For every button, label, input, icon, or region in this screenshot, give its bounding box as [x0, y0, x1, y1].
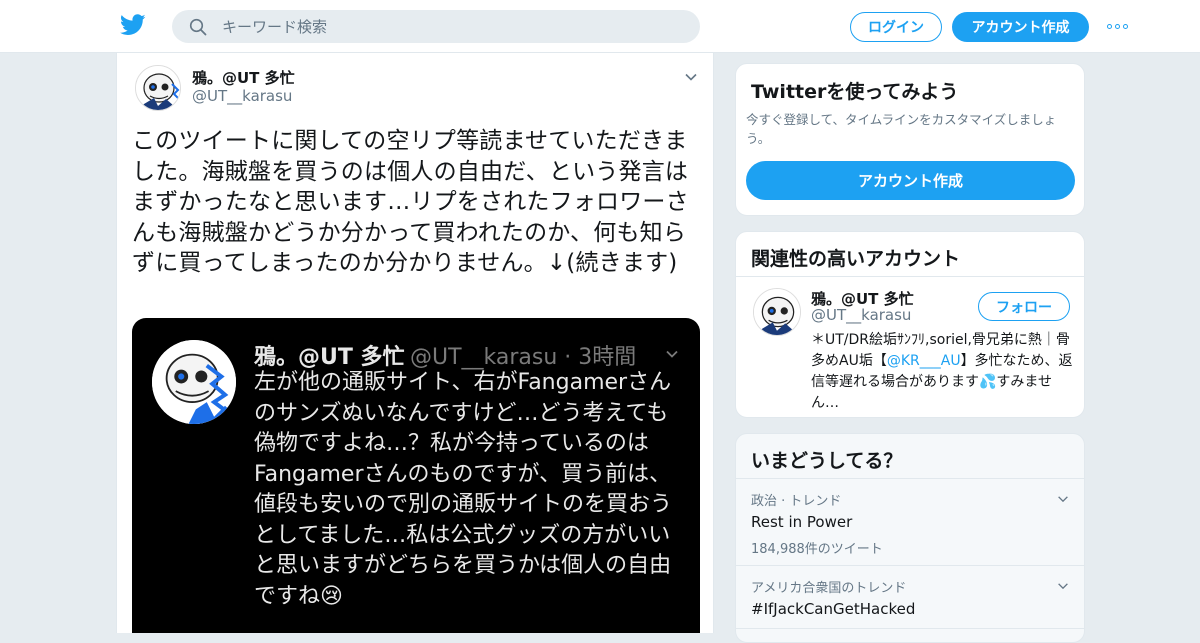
- skull-avatar-icon: [754, 289, 800, 335]
- more-dots-icon[interactable]: [1107, 18, 1131, 34]
- twitter-bird-icon[interactable]: [120, 14, 146, 36]
- signup-card-description: 今すぐ登録して、タイムラインをカスタマイズしましょう。: [746, 112, 1057, 146]
- chevron-down-icon[interactable]: [683, 69, 699, 85]
- divider: [736, 276, 1084, 277]
- trend-item[interactable]: アメリカ合衆国のトレンド #IfJackCanGetHacked: [751, 577, 1071, 618]
- trend-item[interactable]: 政治 · トレンド Rest in Power 184,988件のツイート: [751, 490, 1071, 557]
- related-account-handle[interactable]: @UT__karasu: [811, 306, 911, 324]
- bio-mention-link[interactable]: @KR___AU: [887, 353, 961, 369]
- media-author-meta: @UT__karasu · 3時間: [410, 345, 637, 370]
- divider: [736, 628, 1084, 629]
- skull-avatar-icon: [152, 340, 236, 424]
- trend-count: 184,988件のツイート: [751, 542, 883, 557]
- related-account-bio: ＊UT/DR絵垢ｻﾝﾌﾘ,soriel,骨兄弟に熱｜骨多めAU垢【@KR___A…: [811, 330, 1073, 414]
- tweet-panel: 鴉。@UT 多忙 @UT__karasu このツイートに関しての空リプ等読ませて…: [116, 53, 714, 633]
- media-tweet-text: 左が他の通販サイト、右がFangamerさんのサンズぬいなんですけど…どう考えて…: [254, 370, 673, 609]
- signup-button[interactable]: アカウント作成: [952, 12, 1089, 42]
- search-icon: [189, 18, 207, 36]
- tweet-author-name[interactable]: 鴉。@UT 多忙: [192, 67, 295, 88]
- divider: [736, 478, 1084, 479]
- trends-title: いまどうしてる？: [751, 450, 903, 472]
- skull-avatar-icon: [136, 66, 180, 110]
- trends-card: いまどうしてる？ 政治 · トレンド Rest in Power 184,988…: [735, 433, 1085, 643]
- signup-card: Twitterを使ってみよう 今すぐ登録して、タイムラインをカスタマイズしましょ…: [735, 63, 1085, 216]
- media-avatar: [152, 340, 236, 424]
- related-accounts-title: 関連性の高いアカウント: [751, 248, 961, 270]
- trend-name[interactable]: Rest in Power: [751, 513, 1071, 531]
- tweet-media-image[interactable]: 鴉。@UT 多忙 @UT__karasu · 3時間 左が他の通販サイト、右がF…: [132, 318, 700, 633]
- media-author-name: 鴉。@UT 多忙: [254, 345, 405, 370]
- tweet-text: このツイートに関しての空リプ等読ませていただきました。海賊盤を買うのは個人の自由…: [132, 128, 689, 276]
- chevron-down-icon: [666, 350, 678, 358]
- top-bar: ログイン アカウント作成: [0, 0, 1200, 53]
- related-accounts-card: 関連性の高いアカウント 鴉。@UT 多忙 @UT__karasu フォロー ＊U…: [735, 231, 1085, 418]
- search-box[interactable]: [172, 10, 700, 43]
- signup-card-button[interactable]: アカウント作成: [746, 161, 1075, 200]
- chevron-down-icon[interactable]: [1056, 492, 1070, 506]
- avatar[interactable]: [753, 288, 801, 336]
- trend-name[interactable]: #IfJackCanGetHacked: [751, 600, 1071, 618]
- dot: [1123, 23, 1128, 29]
- dot: [1115, 23, 1120, 29]
- trend-meta: アメリカ合衆国のトレンド: [751, 581, 907, 596]
- follow-button[interactable]: フォロー: [978, 292, 1070, 321]
- avatar[interactable]: [135, 65, 181, 111]
- dot: [1107, 23, 1112, 29]
- login-button[interactable]: ログイン: [850, 12, 942, 42]
- chevron-down-icon[interactable]: [1056, 579, 1070, 593]
- trend-meta: 政治 · トレンド: [751, 494, 842, 509]
- search-input[interactable]: [222, 10, 682, 43]
- divider: [736, 565, 1084, 566]
- tweet-author-handle[interactable]: @UT__karasu: [192, 87, 292, 105]
- signup-card-title: Twitterを使ってみよう: [751, 81, 959, 103]
